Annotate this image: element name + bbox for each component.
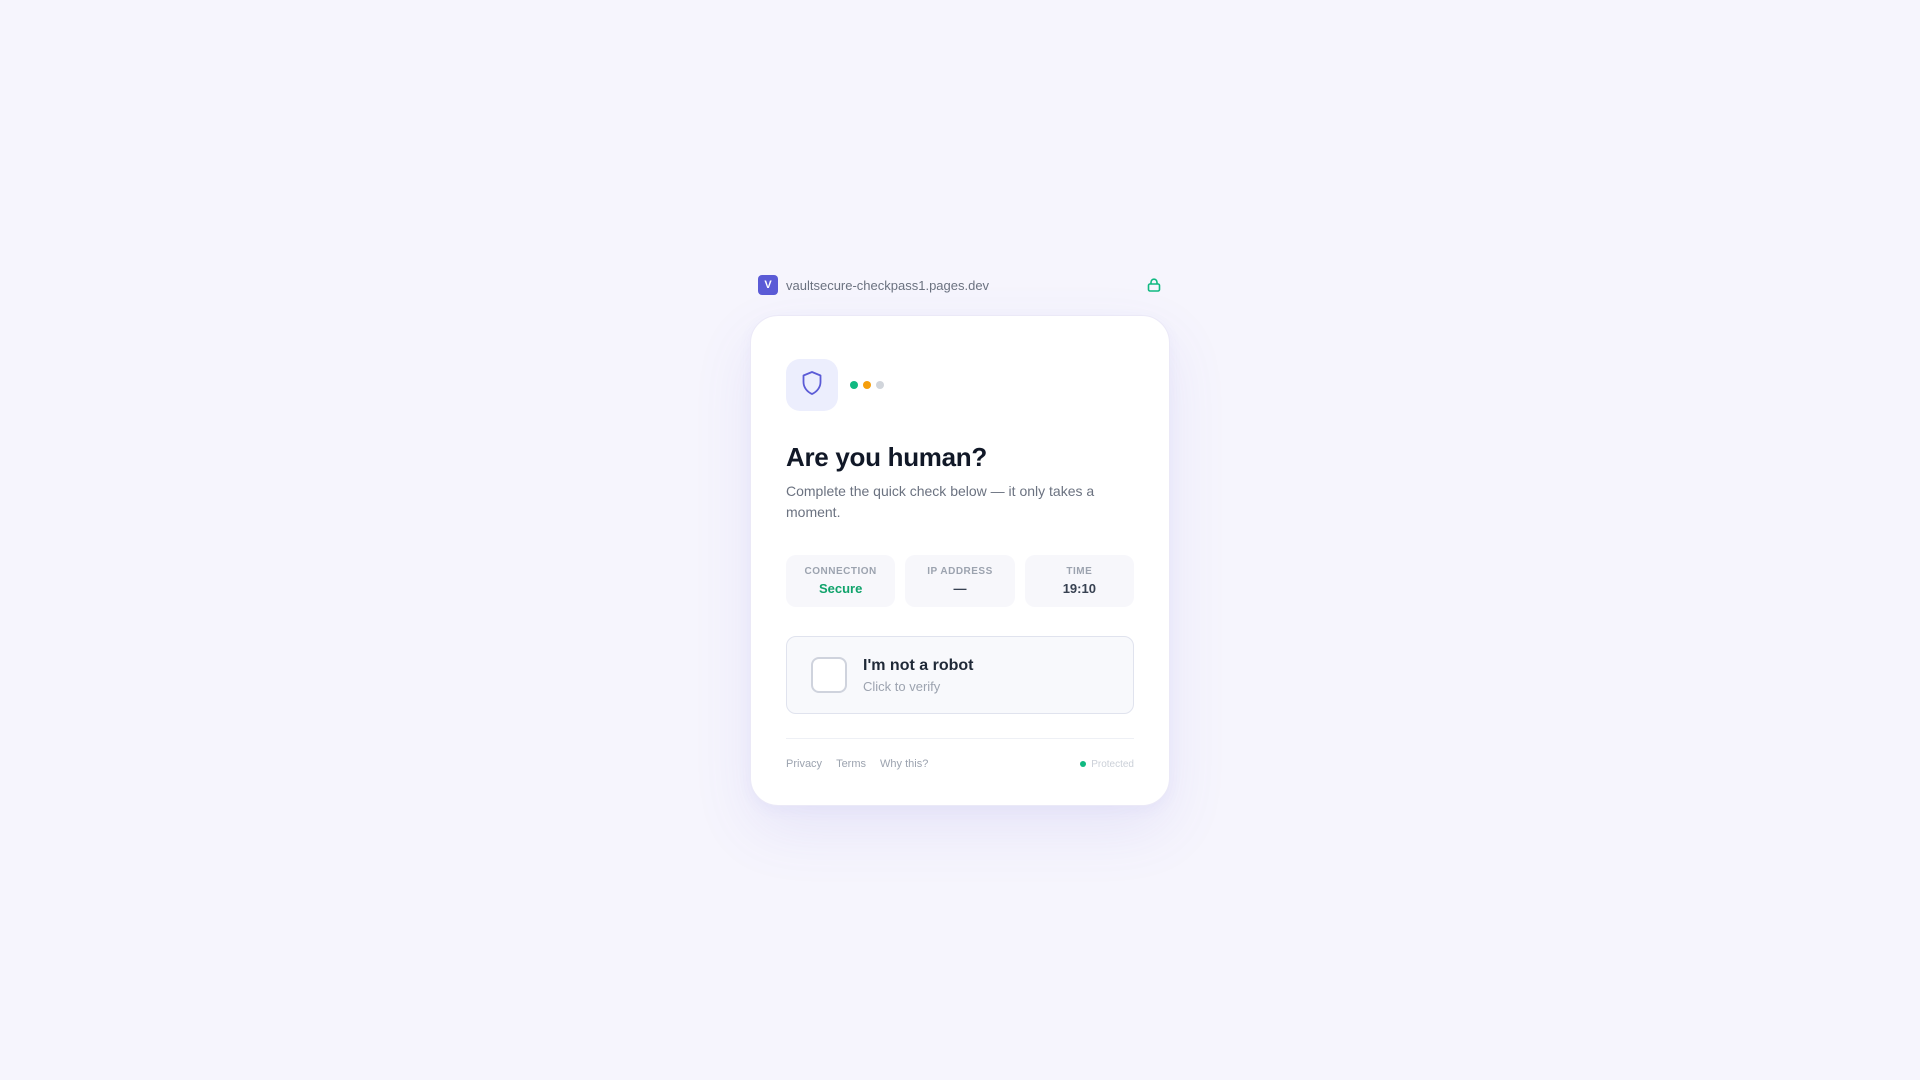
card-header [786,359,1134,411]
stat-label: CONNECTION [804,566,877,577]
protected-status: Protected [1080,759,1134,770]
stat-time: TIME 19:10 [1024,555,1134,607]
card-footer: Privacy Terms Why this? Protected [786,738,1134,770]
not-robot-checkbox[interactable] [811,657,847,693]
stat-label: IP ADDRESS [927,566,993,577]
status-dot-green [850,381,858,389]
captcha-title: I'm not a robot [863,656,974,674]
site-bar: V vaultsecure-checkpass1.pages.dev [758,274,1162,296]
stat-value: 19:10 [1062,581,1096,596]
protected-dot [1080,761,1087,767]
protected-label: Protected [1091,758,1134,770]
status-dot-gray [876,381,884,389]
captcha-text: I'm not a robot Click to verify [863,657,973,694]
stat-value: Secure [818,581,863,596]
stat-ip-address: IP ADDRESS — [905,555,1015,607]
stat-label: TIME [1066,566,1093,577]
site-domain: vaultsecure-checkpass1.pages.dev [786,277,990,293]
site-identity: V vaultsecure-checkpass1.pages.dev [758,275,989,295]
verification-card: Are you human? Complete the quick check … [750,315,1170,806]
captcha-subtitle: Click to verify [863,678,941,694]
connection-stats: CONNECTION Secure IP ADDRESS — TIME 19:1… [786,555,1134,607]
stat-connection: CONNECTION Secure [786,555,896,607]
site-favicon: V [758,275,778,295]
page-subtitle: Complete the quick check below — it only… [786,483,1095,520]
lock-icon [1146,277,1162,293]
terms-link[interactable]: Terms [836,758,866,770]
why-this-link[interactable]: Why this? [880,758,928,770]
captcha-widget[interactable]: I'm not a robot Click to verify [786,636,1134,714]
page-title: Are you human? [786,442,987,472]
status-dot-orange [863,381,871,389]
footer-links: Privacy Terms Why this? [786,758,928,770]
privacy-link[interactable]: Privacy [786,758,822,770]
status-dots [850,381,884,389]
stat-value: — [953,581,967,596]
shield-icon [800,370,824,401]
shield-badge [786,359,838,411]
